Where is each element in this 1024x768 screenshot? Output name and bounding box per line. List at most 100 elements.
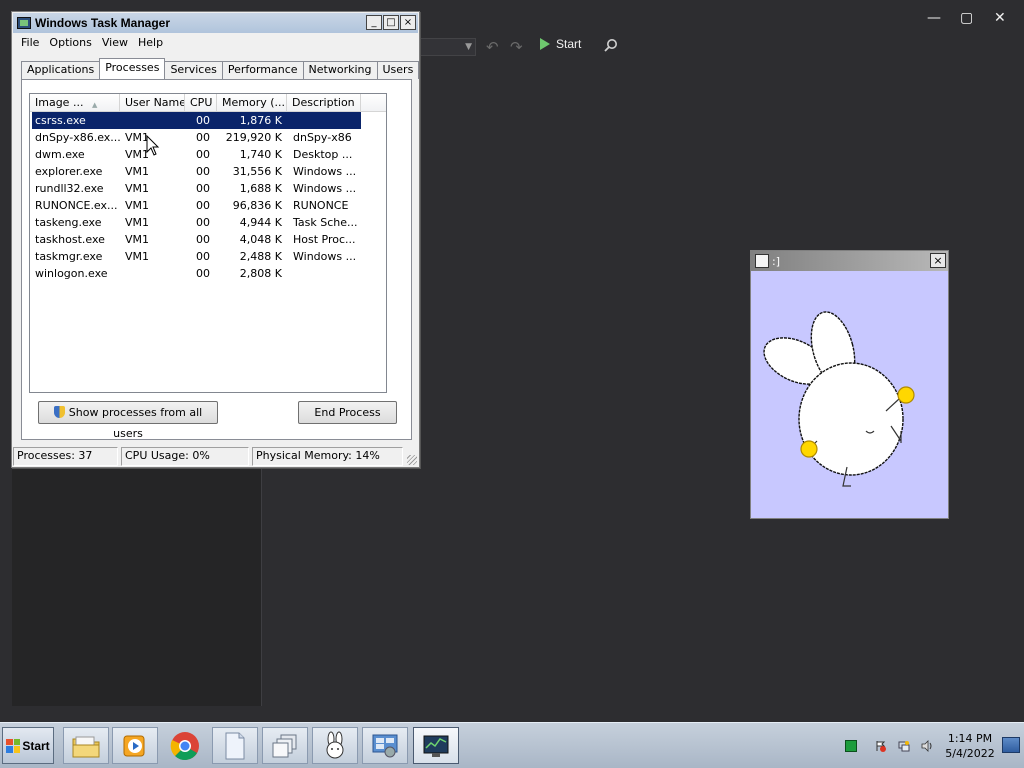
show-all-processes-button[interactable]: Show processes from all users — [38, 401, 218, 440]
tab-applications[interactable]: Applications — [21, 61, 101, 79]
chevron-down-icon: ▼ — [465, 42, 472, 52]
activity-indicator-icon[interactable] — [845, 740, 857, 752]
taskbar-task-manager[interactable] — [413, 727, 459, 764]
process-cpu: 00 — [196, 250, 210, 263]
table-row[interactable]: RUNONCE.ex... VM1 00 96,836 K RUNONCE — [32, 197, 361, 214]
side-panel — [12, 466, 262, 706]
close-button[interactable]: ✕ — [994, 10, 1006, 26]
taskbar-media-player[interactable] — [112, 727, 158, 764]
bunny-illustration — [763, 311, 915, 487]
redo-icon[interactable]: ↷ — [510, 38, 523, 56]
configuration-dropdown[interactable]: ▼ — [420, 38, 476, 56]
process-description: Task Sche... — [293, 216, 358, 229]
menu-options[interactable]: Options — [44, 35, 96, 51]
end-process-button[interactable]: End Process — [298, 401, 397, 424]
bunny-widget-titlebar[interactable]: :] × — [751, 251, 948, 271]
windows-logo-icon — [6, 738, 21, 753]
tab-users[interactable]: Users — [376, 61, 420, 79]
process-memory: 2,488 K — [239, 250, 282, 263]
taskbar-chrome[interactable] — [162, 727, 208, 764]
tab-strip: Applications Processes Services Performa… — [21, 58, 420, 79]
process-user-name: VM1 — [125, 182, 150, 195]
clock-time: 1:14 PM — [947, 732, 993, 745]
folder-icon — [72, 736, 100, 757]
volume-icon[interactable] — [921, 740, 933, 752]
process-cpu: 00 — [196, 148, 210, 161]
taskbar-switch-windows[interactable] — [262, 727, 308, 764]
resize-grip[interactable] — [407, 455, 417, 465]
tab-performance[interactable]: Performance — [221, 61, 304, 79]
minimize-button[interactable]: — — [927, 10, 941, 26]
play-icon — [540, 38, 550, 50]
menu-help[interactable]: Help — [133, 35, 168, 51]
start-button[interactable]: Start — [2, 727, 54, 764]
process-image-name: csrss.exe — [35, 114, 86, 127]
table-row[interactable]: taskmgr.exe VM1 00 2,488 K Windows ... — [32, 248, 361, 265]
table-row[interactable]: explorer.exe VM1 00 31,556 K Windows ... — [32, 163, 361, 180]
status-physical-memory: Physical Memory: 14% — [252, 447, 403, 466]
table-row[interactable]: rundll32.exe VM1 00 1,688 K Windows ... — [32, 180, 361, 197]
process-list[interactable]: Image ... ▲ User Name CPU Memory (... Des… — [29, 93, 387, 393]
tab-networking[interactable]: Networking — [302, 61, 378, 79]
tab-services[interactable]: Services — [164, 61, 223, 79]
taskbar-network-settings[interactable] — [362, 727, 408, 764]
column-user-name[interactable]: User Name — [120, 94, 185, 111]
process-image-name: explorer.exe — [35, 165, 103, 178]
start-debug-button[interactable]: Start — [540, 37, 581, 51]
close-button[interactable]: × — [930, 253, 946, 268]
maximize-button[interactable]: ▢ — [960, 10, 973, 26]
process-memory: 4,048 K — [239, 233, 282, 246]
process-memory: 219,920 K — [225, 131, 282, 144]
process-description: Windows ... — [293, 182, 357, 195]
undo-icon[interactable]: ↶ — [486, 38, 499, 56]
tab-processes[interactable]: Processes — [99, 58, 166, 79]
table-row[interactable]: dnSpy-x86.ex... VM1 00 219,920 KdnSpy-x86 — [32, 129, 361, 146]
system-clock[interactable]: 1:14 PM 5/4/2022 — [940, 731, 1000, 761]
table-row[interactable]: dwm.exe VM1 00 1,740 K Desktop ... — [32, 146, 361, 163]
mouse-cursor-icon — [146, 135, 160, 156]
table-row[interactable]: taskhost.exe VM1 00 4,048 K Host Proc... — [32, 231, 361, 248]
menu-view[interactable]: View — [97, 35, 133, 51]
taskbar-notepad[interactable] — [212, 727, 258, 764]
menu-file[interactable]: File — [16, 35, 44, 51]
taskbar: Start 1:14 PM 5/4/2022 — [0, 722, 1024, 768]
process-memory: 96,836 K — [232, 199, 282, 212]
search-icon[interactable] — [604, 38, 618, 52]
table-row[interactable]: winlogon.exe 00 2,808 K — [32, 265, 361, 282]
process-image-name: winlogon.exe — [35, 267, 108, 280]
process-user-name: VM1 — [125, 250, 150, 263]
maximize-button[interactable]: □ — [383, 15, 399, 30]
show-desktop-button[interactable] — [1002, 737, 1020, 753]
process-description: Desktop ... — [293, 148, 353, 161]
document-icon — [225, 732, 245, 759]
column-description[interactable]: Description — [287, 94, 361, 111]
uac-shield-icon — [53, 406, 65, 418]
start-label: Start — [22, 738, 50, 753]
process-image-name: rundll32.exe — [35, 182, 104, 195]
table-row[interactable]: csrss.exe 00 1,876 K — [32, 112, 361, 129]
menu-bar: File Options View Help — [16, 35, 168, 51]
taskbar-bunny-app[interactable] — [312, 727, 358, 764]
column-cpu[interactable]: CPU — [185, 94, 217, 111]
taskbar-explorer[interactable] — [63, 727, 109, 764]
column-image-name[interactable]: Image ... ▲ — [30, 94, 120, 111]
process-list-header: Image ... ▲ User Name CPU Memory (... Des… — [30, 94, 386, 112]
task-manager-titlebar[interactable]: Windows Task Manager — [13, 13, 418, 33]
column-memory[interactable]: Memory (... — [217, 94, 287, 111]
process-user-name — [120, 112, 185, 129]
minimize-button[interactable]: _ — [366, 15, 382, 30]
network-settings-icon — [372, 734, 398, 757]
process-cpu: 00 — [196, 131, 210, 144]
window-switch-icon — [272, 734, 297, 757]
network-icon[interactable] — [898, 740, 910, 752]
process-cpu: 00 — [196, 233, 210, 246]
bunny-widget-window: :] × — [750, 250, 949, 519]
close-button[interactable]: × — [400, 15, 416, 30]
process-user-name: VM1 — [125, 216, 150, 229]
process-memory: 4,944 K — [239, 216, 282, 229]
clock-date: 5/4/2022 — [945, 747, 995, 760]
process-cpu: 00 — [196, 216, 210, 229]
media-player-icon — [123, 735, 145, 756]
table-row[interactable]: taskeng.exe VM1 00 4,944 K Task Sche... — [32, 214, 361, 231]
action-center-flag-icon[interactable] — [875, 740, 887, 752]
